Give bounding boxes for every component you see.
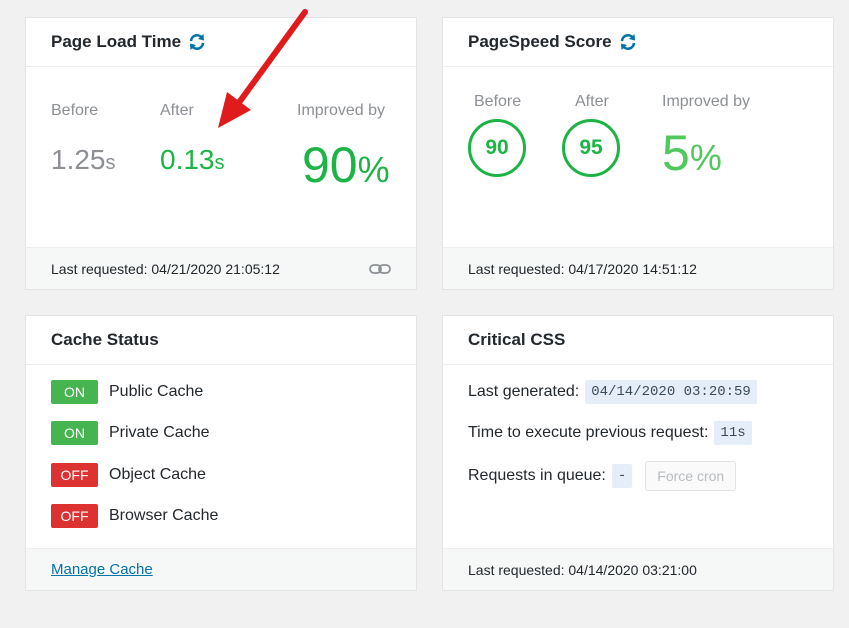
cache-row-public: ON Public Cache bbox=[51, 380, 203, 404]
exec-time-value: 11s bbox=[714, 421, 752, 445]
critical-css-footer: Last requested: 04/14/2020 03:21:00 bbox=[443, 548, 833, 590]
queue-value: - bbox=[611, 464, 633, 488]
improved-load-time: 90% bbox=[302, 137, 390, 193]
cache-label: Object Cache bbox=[109, 466, 206, 483]
cache-status-title: Cache Status bbox=[51, 330, 159, 349]
cache-label: Public Cache bbox=[109, 383, 204, 400]
critical-css-header: Critical CSS bbox=[443, 316, 833, 365]
refresh-icon[interactable] bbox=[187, 32, 207, 52]
pagespeed-header: PageSpeed Score bbox=[443, 18, 833, 67]
cache-label: Browser Cache bbox=[109, 507, 219, 524]
queue-row: Requests in queue: - Force cron bbox=[468, 461, 737, 491]
improved-label: Improved by bbox=[297, 102, 386, 119]
page-load-time-card: Page Load Time Before After Improved by … bbox=[25, 17, 417, 290]
exec-time-row: Time to execute previous request: 11s bbox=[468, 421, 752, 445]
exec-time-label: Time to execute previous request: bbox=[468, 424, 709, 441]
page-load-time-header: Page Load Time bbox=[26, 18, 416, 67]
link-icon[interactable] bbox=[369, 263, 391, 275]
improved-label: Improved by bbox=[662, 93, 751, 110]
before-label: Before bbox=[51, 102, 99, 119]
force-cron-button[interactable]: Force cron bbox=[645, 461, 737, 491]
cache-status-header: Cache Status bbox=[26, 316, 416, 365]
page-load-time-title: Page Load Time bbox=[51, 32, 182, 51]
cache-status-card: Cache Status ON Public Cache ON Private … bbox=[25, 315, 417, 591]
last-requested-text: Last requested: 04/14/2020 03:21:00 bbox=[468, 561, 697, 578]
before-label: Before bbox=[474, 93, 522, 110]
critical-css-title: Critical CSS bbox=[468, 330, 566, 349]
refresh-icon[interactable] bbox=[618, 32, 638, 52]
after-load-time: 0.13s bbox=[160, 144, 225, 175]
before-load-time: 1.25s bbox=[51, 144, 116, 175]
last-generated-value: 04/14/2020 03:20:59 bbox=[585, 380, 757, 404]
manage-cache-link[interactable]: Manage Cache bbox=[51, 561, 153, 578]
cache-row-browser: OFF Browser Cache bbox=[51, 504, 218, 528]
before-score-circle: 90 bbox=[468, 119, 526, 177]
improved-score: 5% bbox=[662, 125, 722, 181]
status-badge: ON bbox=[51, 380, 98, 404]
pagespeed-title: PageSpeed Score bbox=[468, 32, 612, 51]
pagespeed-footer: Last requested: 04/17/2020 14:51:12 bbox=[443, 247, 833, 289]
after-label: After bbox=[575, 93, 609, 110]
last-requested-text: Last requested: 04/21/2020 21:05:12 bbox=[51, 260, 280, 277]
cache-label: Private Cache bbox=[109, 424, 210, 441]
last-generated-row: Last generated: 04/14/2020 03:20:59 bbox=[468, 380, 757, 404]
cache-row-object: OFF Object Cache bbox=[51, 463, 206, 487]
queue-label: Requests in queue: bbox=[468, 467, 606, 484]
after-score-circle: 95 bbox=[562, 119, 620, 177]
status-badge: ON bbox=[51, 421, 98, 445]
cache-status-footer: Manage Cache bbox=[26, 548, 416, 590]
after-label: After bbox=[160, 102, 194, 119]
last-requested-text: Last requested: 04/17/2020 14:51:12 bbox=[468, 260, 697, 277]
status-badge: OFF bbox=[51, 463, 98, 487]
status-badge: OFF bbox=[51, 504, 98, 528]
last-generated-label: Last generated: bbox=[468, 383, 580, 400]
cache-row-private: ON Private Cache bbox=[51, 421, 210, 445]
page-load-time-footer: Last requested: 04/21/2020 21:05:12 bbox=[26, 247, 416, 289]
pagespeed-score-card: PageSpeed Score Before After Improved by… bbox=[442, 17, 834, 290]
critical-css-card: Critical CSS Last generated: 04/14/2020 … bbox=[442, 315, 834, 591]
